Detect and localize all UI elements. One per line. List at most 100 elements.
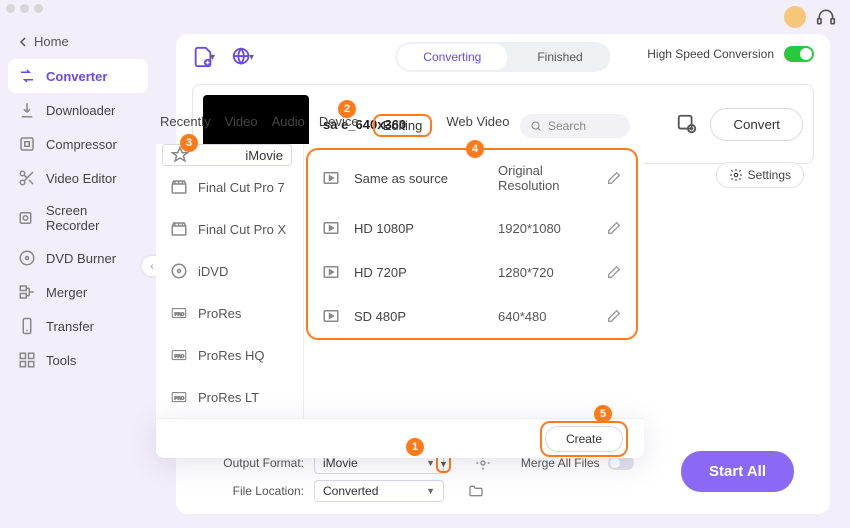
panel-tabs: Recently Video Audio Device Editing Web … <box>160 114 568 137</box>
file-location-value: Converted <box>323 484 378 498</box>
sidebar-item-label: Converter <box>46 69 107 84</box>
chevron-left-icon <box>18 37 28 47</box>
edit-icon[interactable] <box>606 264 622 280</box>
play-box-icon <box>322 307 340 325</box>
sidebar: Home Converter Downloader Compressor Vid… <box>0 0 156 528</box>
settings-pill[interactable]: Settings <box>716 162 804 188</box>
create-highlight: Create <box>540 421 628 457</box>
chevron-down-icon: ▾ <box>210 52 215 63</box>
edit-icon[interactable] <box>606 170 622 186</box>
panel-left-item-idvd[interactable]: iDVD <box>156 250 303 292</box>
svg-text:PRO: PRO <box>175 395 185 400</box>
sidebar-nav: Converter Downloader Compressor Video Ed… <box>0 55 156 381</box>
settings-pill-label: Settings <box>748 168 791 182</box>
sidebar-item-label: Downloader <box>46 103 115 118</box>
tab-audio[interactable]: Audio <box>272 114 305 137</box>
prores-icon: PRO <box>170 388 188 406</box>
disc-icon <box>170 262 188 280</box>
clapper-icon <box>170 178 188 196</box>
resolution-name: HD 1080P <box>354 221 484 236</box>
panel-left-item-prores[interactable]: PRO ProRes <box>156 292 303 334</box>
folder-icon[interactable] <box>468 483 484 499</box>
sidebar-item-label: Video Editor <box>46 171 117 186</box>
resolution-row-720[interactable]: HD 720P 1280*720 <box>308 250 636 294</box>
create-button[interactable]: Create <box>545 426 623 452</box>
edit-icon[interactable] <box>606 308 622 324</box>
panel-left-label: Final Cut Pro 7 <box>198 180 285 195</box>
panel-search[interactable]: Search <box>520 114 630 138</box>
callout-badge-4: 4 <box>466 140 484 158</box>
search-placeholder: Search <box>548 119 586 133</box>
search-icon <box>530 120 542 132</box>
sidebar-item-dvd-burner[interactable]: DVD Burner <box>8 241 148 275</box>
home-label: Home <box>34 34 69 49</box>
home-link[interactable]: Home <box>0 28 156 55</box>
sidebar-item-downloader[interactable]: Downloader <box>8 93 148 127</box>
resolution-highlight: Same as source Original Resolution HD 10… <box>306 148 638 340</box>
sidebar-item-merger[interactable]: Merger <box>8 275 148 309</box>
segment-finished[interactable]: Finished <box>511 44 608 70</box>
resolution-name: Same as source <box>354 171 484 186</box>
file-location-select[interactable]: Converted ▼ <box>314 480 444 502</box>
resolution-name: HD 720P <box>354 265 484 280</box>
panel-left-item-proreshq[interactable]: PRO ProRes HQ <box>156 334 303 376</box>
disc-icon <box>18 249 36 267</box>
output-settings-icon[interactable] <box>676 113 698 135</box>
convert-button[interactable]: Convert <box>710 108 803 141</box>
resolution-value: 1920*1080 <box>498 221 592 236</box>
chevron-down-icon: ▾ <box>249 52 254 63</box>
tab-editing[interactable]: Editing <box>373 114 433 137</box>
add-url-button[interactable]: ▾ <box>231 46 254 68</box>
merge-row: Merge All Files <box>521 456 634 470</box>
sidebar-item-label: DVD Burner <box>46 251 116 266</box>
tab-web-video[interactable]: Web Video <box>446 114 509 137</box>
high-speed-label: High Speed Conversion <box>647 47 774 61</box>
callout-badge-2: 2 <box>338 100 356 118</box>
sidebar-item-transfer[interactable]: Transfer <box>8 309 148 343</box>
merge-label: Merge All Files <box>521 456 600 470</box>
panel-left-item-fcp7[interactable]: Final Cut Pro 7 <box>156 166 303 208</box>
sidebar-item-video-editor[interactable]: Video Editor <box>8 161 148 195</box>
tab-device[interactable]: Device <box>319 114 359 137</box>
avatar[interactable] <box>784 6 806 28</box>
top-right-controls <box>784 6 836 28</box>
chevron-down-icon[interactable]: ▼ <box>439 459 448 469</box>
segment-converting[interactable]: Converting <box>397 44 507 70</box>
panel-left-label: Final Cut Pro X <box>198 222 286 237</box>
svg-text:PRO: PRO <box>175 353 185 358</box>
callout-badge-5: 5 <box>594 405 612 423</box>
chevron-down-icon: ▼ <box>426 458 435 468</box>
merge-toggle[interactable] <box>608 456 634 470</box>
sidebar-item-compressor[interactable]: Compressor <box>8 127 148 161</box>
output-format-label: Output Format: <box>212 456 304 470</box>
svg-text:PRO: PRO <box>175 311 185 316</box>
edit-icon[interactable] <box>606 220 622 236</box>
resolution-row-480[interactable]: SD 480P 640*480 <box>308 294 636 338</box>
callout-badge-3: 3 <box>180 134 198 152</box>
high-speed-toggle[interactable] <box>784 46 814 62</box>
resolution-row-same[interactable]: Same as source Original Resolution <box>308 150 636 206</box>
panel-footer: Create <box>156 418 644 458</box>
add-file-button[interactable]: ▾ <box>192 46 215 68</box>
resolution-row-1080[interactable]: HD 1080P 1920*1080 <box>308 206 636 250</box>
tab-video[interactable]: Video <box>225 114 258 137</box>
resolution-value: Original Resolution <box>498 163 592 193</box>
panel-left-item-proreslt[interactable]: PRO ProRes LT <box>156 376 303 418</box>
sidebar-item-label: Merger <box>46 285 87 300</box>
sidebar-item-tools[interactable]: Tools <box>8 343 148 377</box>
prores-icon: PRO <box>170 304 188 322</box>
panel-left-list: iMovie Final Cut Pro 7 Final Cut Pro X i… <box>156 144 304 454</box>
sidebar-item-screen-recorder[interactable]: Screen Recorder <box>8 195 148 241</box>
resolution-value: 1280*720 <box>498 265 592 280</box>
panel-left-label: ProRes <box>198 306 241 321</box>
headset-icon[interactable] <box>816 7 836 27</box>
chevron-down-icon: ▼ <box>426 486 435 496</box>
scissors-icon <box>18 169 36 187</box>
gear-icon <box>729 168 743 182</box>
panel-left-item-fcpx[interactable]: Final Cut Pro X <box>156 208 303 250</box>
compressor-icon <box>18 135 36 153</box>
start-all-button[interactable]: Start All <box>681 451 794 492</box>
sidebar-item-converter[interactable]: Converter <box>8 59 148 93</box>
panel-right-list: Same as source Original Resolution HD 10… <box>304 144 644 422</box>
converter-icon <box>18 67 36 85</box>
